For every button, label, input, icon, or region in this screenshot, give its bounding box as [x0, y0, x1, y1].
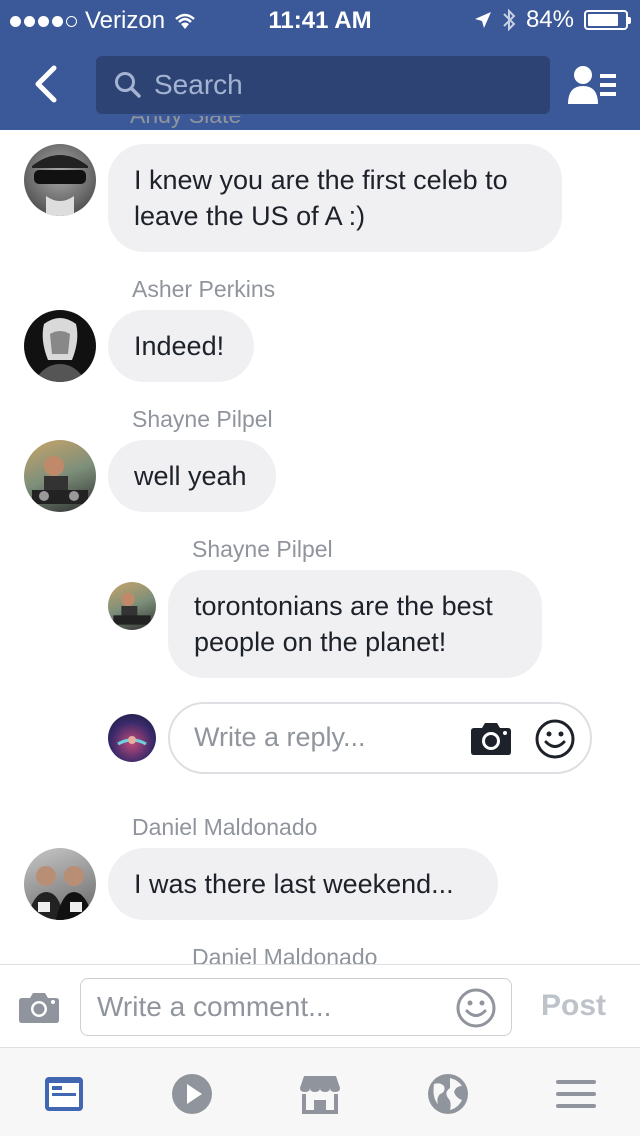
location-arrow-icon — [474, 12, 491, 28]
post-button[interactable]: Post — [541, 989, 606, 1023]
comment-text: Indeed! — [134, 331, 225, 361]
comment-composer: Post — [0, 964, 640, 1048]
emoji-icon[interactable] — [455, 987, 497, 1029]
battery-percent: 84% — [525, 6, 574, 33]
comment-input[interactable] — [97, 991, 437, 1023]
video-icon[interactable] — [170, 1072, 214, 1116]
tab-bar — [0, 1048, 640, 1136]
reply-input[interactable] — [194, 722, 464, 753]
menu-icon[interactable] — [554, 1072, 598, 1116]
comment-text: torontonians are the best people on the … — [194, 591, 493, 657]
comment-author-name[interactable]: Daniel Maldonado — [132, 814, 317, 841]
comment-field[interactable] — [80, 978, 512, 1036]
comment-bubble[interactable]: I was there last weekend... — [108, 848, 498, 920]
reply-field[interactable] — [168, 702, 592, 774]
search-icon — [115, 72, 141, 98]
search-placeholder: Search — [154, 69, 243, 100]
comment-author-name[interactable]: Shayne Pilpel — [192, 536, 333, 563]
comment-bubble[interactable]: I knew you are the first celeb to leave … — [108, 144, 562, 252]
comment-text: I was there last weekend... — [134, 869, 454, 899]
status-bar: Verizon 11:41 AM 84% — [0, 0, 640, 40]
friends-list-icon[interactable] — [568, 64, 618, 106]
comment-text: well yeah — [134, 461, 247, 491]
camera-icon[interactable] — [18, 990, 60, 1024]
emoji-icon[interactable] — [534, 718, 576, 760]
battery-level — [588, 14, 619, 26]
avatar[interactable] — [108, 582, 156, 630]
comment-author-name[interactable]: Asher Perkins — [132, 276, 275, 303]
comment-author-name[interactable]: Shayne Pilpel — [132, 406, 273, 433]
comment-bubble[interactable]: Indeed! — [108, 310, 254, 382]
avatar[interactable] — [24, 144, 96, 216]
comment-author-name[interactable]: Daniel Maldonado — [192, 944, 377, 966]
bluetooth-icon — [503, 8, 516, 32]
news-feed-icon[interactable] — [42, 1072, 86, 1116]
search-input[interactable]: Search — [96, 56, 550, 114]
camera-icon[interactable] — [470, 720, 512, 756]
back-chevron-icon[interactable] — [28, 62, 64, 106]
reply-bubble[interactable]: torontonians are the best people on the … — [168, 570, 542, 678]
marketplace-icon[interactable] — [298, 1072, 342, 1116]
nav-bar: Search — [0, 40, 640, 130]
comment-text: I knew you are the first celeb to leave … — [134, 165, 508, 231]
current-user-avatar — [108, 714, 156, 762]
battery-icon — [584, 10, 631, 30]
avatar[interactable] — [24, 310, 96, 382]
avatar[interactable] — [24, 440, 96, 512]
globe-icon[interactable] — [426, 1072, 470, 1116]
comment-author-name[interactable]: Andy Slate — [130, 116, 241, 130]
avatar[interactable] — [24, 848, 96, 920]
comment-bubble[interactable]: well yeah — [108, 440, 276, 512]
